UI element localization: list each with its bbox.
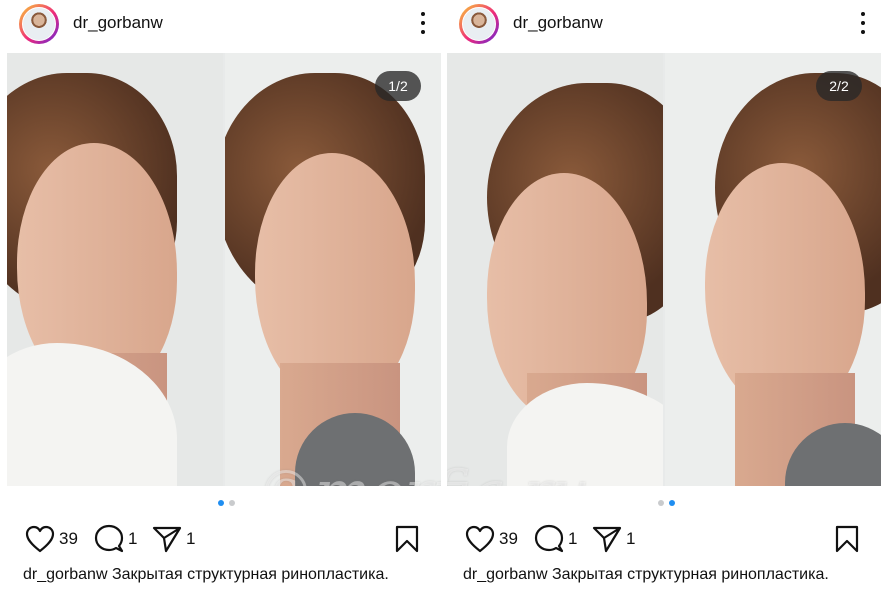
before-photo	[7, 53, 223, 486]
username-link[interactable]: dr_gorbanw	[73, 13, 163, 33]
post-header: dr_gorbanw	[447, 0, 881, 50]
post-image-carousel[interactable]: 1/2 ©morfia.ru	[7, 53, 441, 486]
carousel-indicator	[447, 500, 881, 508]
caption-text: Закрытая структурная ринопластика.	[107, 566, 389, 583]
send-icon	[592, 526, 622, 553]
more-options-icon[interactable]	[859, 12, 867, 34]
bookmark-icon	[395, 525, 419, 553]
after-photo	[665, 53, 881, 486]
more-options-icon[interactable]	[419, 12, 427, 34]
comment-count: 1	[128, 529, 138, 548]
comment-button[interactable]: 1	[534, 522, 577, 556]
carousel-dot-1	[658, 500, 664, 506]
post-image-carousel[interactable]: 2/2 ©morfia.ru	[447, 53, 881, 486]
comment-button[interactable]: 1	[94, 522, 137, 556]
like-count: 39	[499, 529, 518, 548]
caption-text: Закрытая структурная ринопластика.	[547, 566, 829, 583]
avatar-icon[interactable]	[19, 4, 59, 44]
post-header: dr_gorbanw	[7, 0, 441, 50]
post-2: dr_gorbanw 2/2 ©morfia.ru 39 1	[447, 0, 881, 592]
action-bar: 39 1 1	[447, 522, 881, 556]
heart-icon	[25, 525, 55, 553]
avatar-icon[interactable]	[459, 4, 499, 44]
share-button[interactable]: 1	[592, 522, 635, 556]
caption-username[interactable]: dr_gorbanw	[23, 566, 108, 583]
comment-icon	[94, 524, 124, 553]
save-button[interactable]	[835, 522, 859, 556]
like-button[interactable]: 39	[25, 522, 78, 556]
post-1: dr_gorbanw 1/2 ©morfia.ru 39 1	[7, 0, 441, 592]
post-caption: dr_gorbanw Закрытая структурная риноплас…	[23, 566, 441, 584]
post-caption: dr_gorbanw Закрытая структурная риноплас…	[463, 566, 881, 584]
comment-count: 1	[568, 529, 578, 548]
save-button[interactable]	[395, 522, 419, 556]
carousel-dot-1	[218, 500, 224, 506]
slide-counter: 2/2	[816, 71, 862, 101]
like-count: 39	[59, 529, 78, 548]
share-count: 1	[626, 529, 636, 548]
like-button[interactable]: 39	[465, 522, 518, 556]
action-bar: 39 1 1	[7, 522, 441, 556]
username-link[interactable]: dr_gorbanw	[513, 13, 603, 33]
before-photo	[447, 53, 663, 486]
heart-icon	[465, 525, 495, 553]
bookmark-icon	[835, 525, 859, 553]
share-count: 1	[186, 529, 196, 548]
slide-counter: 1/2	[375, 71, 421, 101]
comment-icon	[534, 524, 564, 553]
carousel-dot-2	[669, 500, 675, 506]
after-photo	[225, 53, 441, 486]
carousel-indicator	[7, 500, 441, 508]
caption-username[interactable]: dr_gorbanw	[463, 566, 548, 583]
carousel-dot-2	[229, 500, 235, 506]
send-icon	[152, 526, 182, 553]
share-button[interactable]: 1	[152, 522, 195, 556]
